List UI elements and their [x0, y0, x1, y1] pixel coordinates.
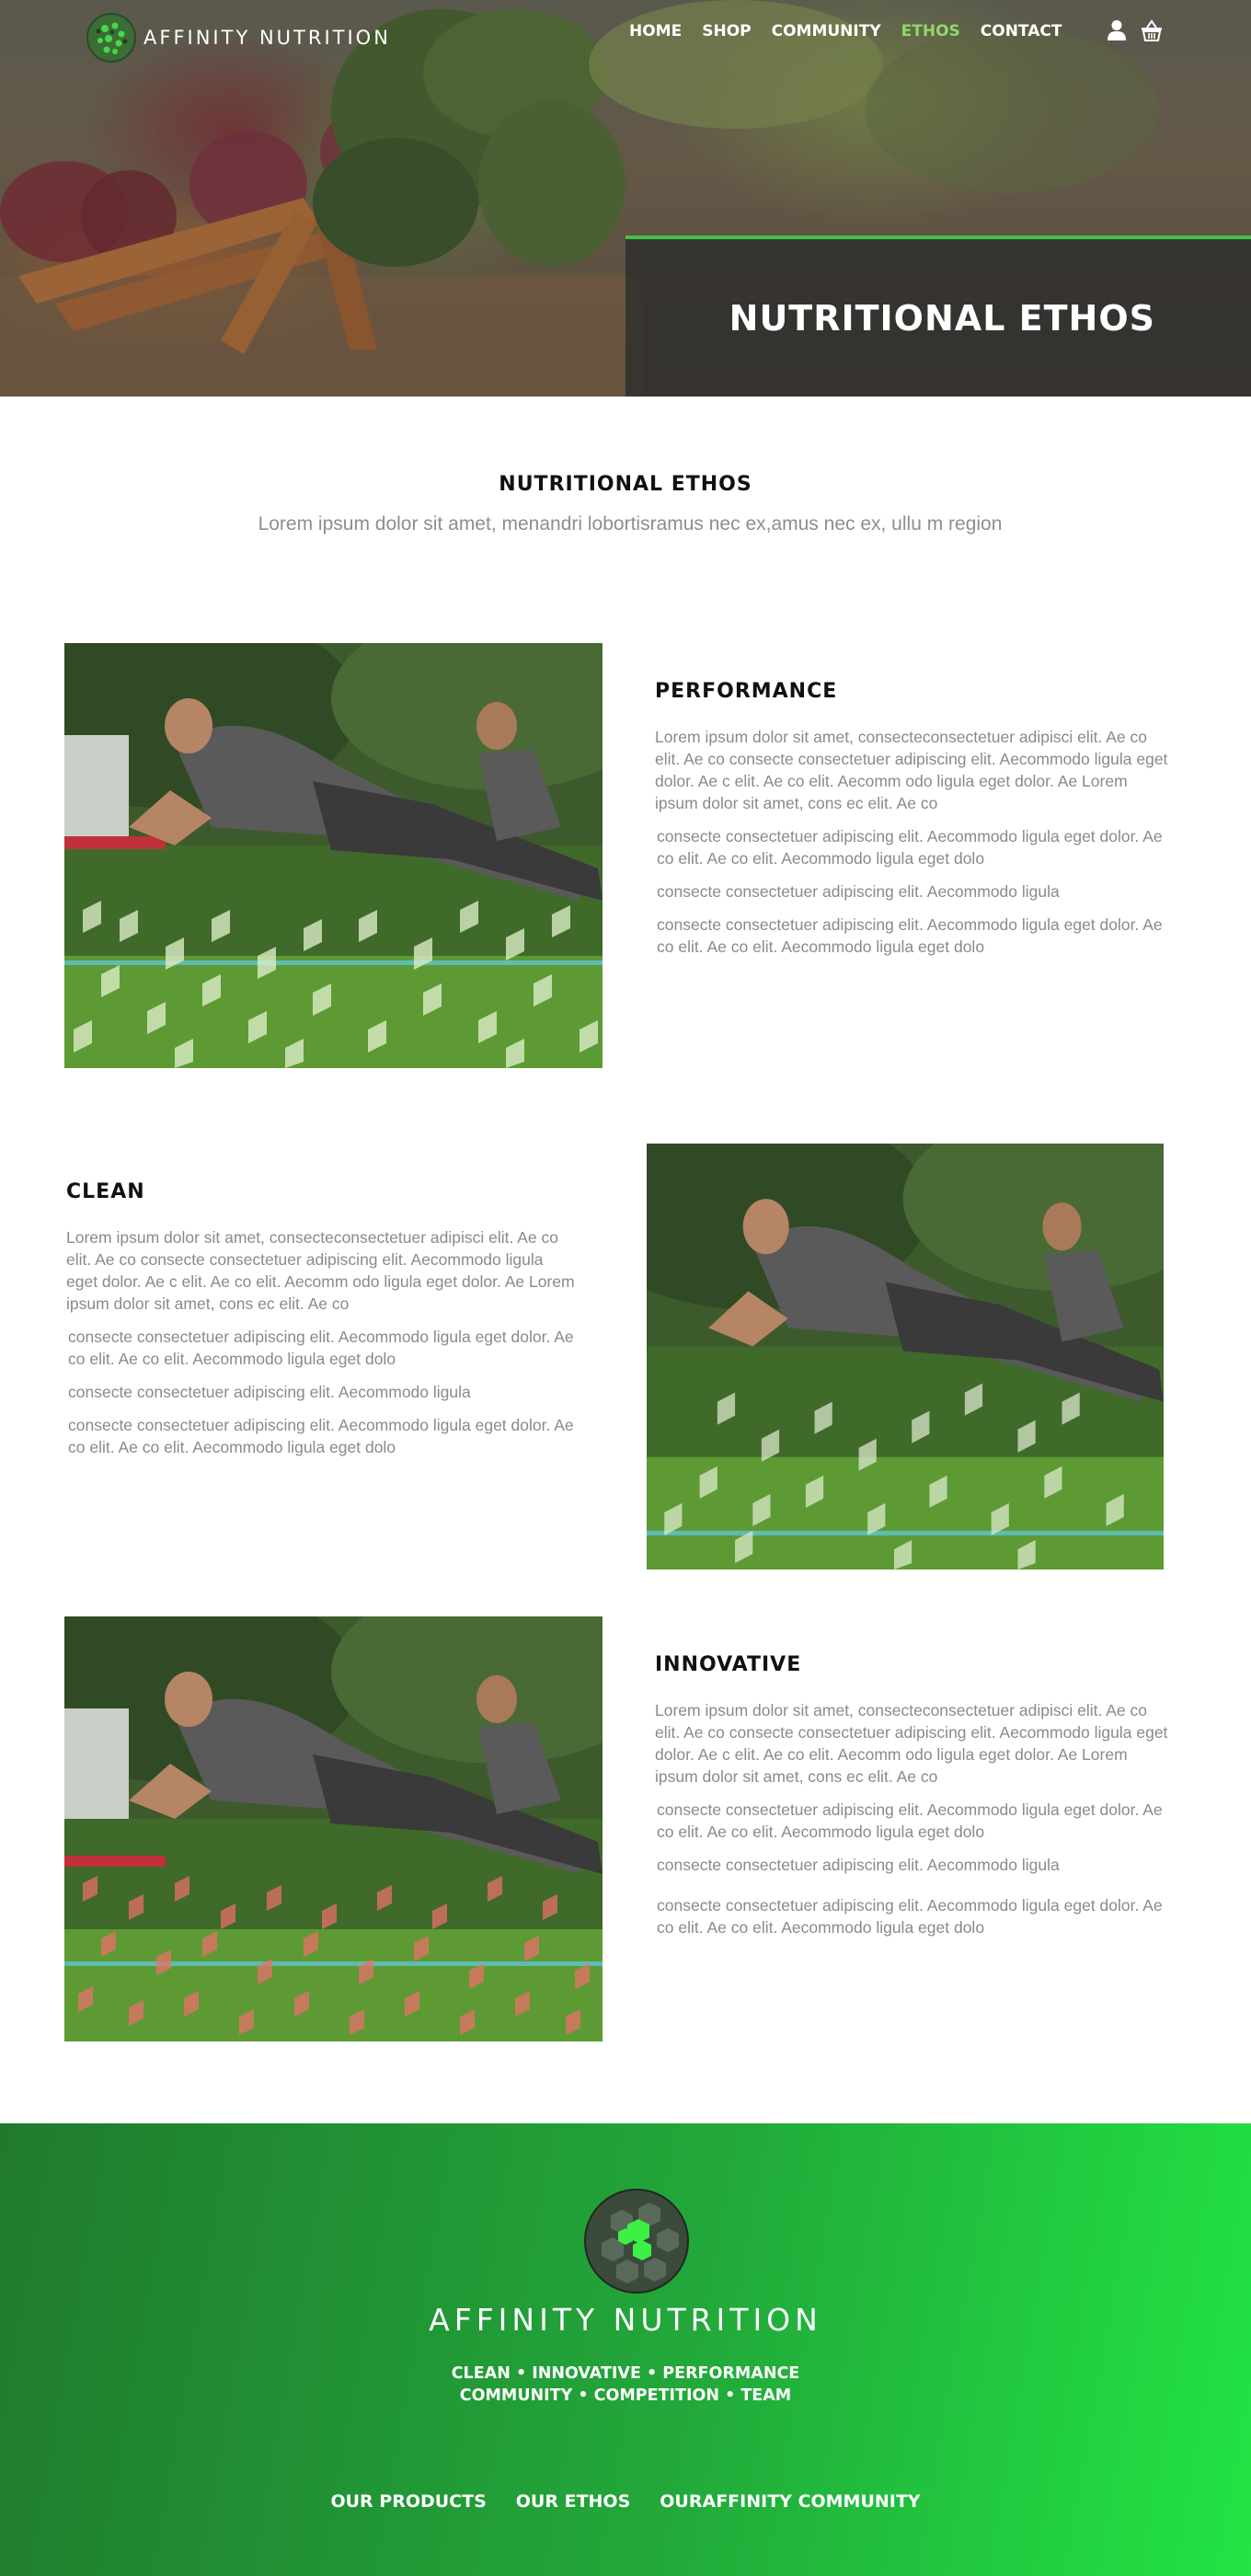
- innovative-title: INNOVATIVE: [655, 1653, 802, 1676]
- hero-title: NUTRITIONAL ETHOS: [729, 298, 1155, 339]
- clean-title: CLEAN: [66, 1180, 145, 1203]
- clean-paragraph: consecte consectetuer adipiscing elit. A…: [68, 1416, 574, 1456]
- innovative-paragraph: consecte consectetuer adipiscing elit. A…: [657, 1800, 1163, 1841]
- innovative-paragraph: consecte consectetuer adipiscing elit. A…: [657, 1856, 1060, 1874]
- performance-body: Lorem ipsum dolor sit amet, consectecons…: [655, 726, 1170, 969]
- sphere-logo-icon: [584, 2189, 689, 2294]
- footer-link-products[interactable]: OUR PRODUCTS: [330, 2491, 486, 2512]
- performance-paragraph: consecte consectetuer adipiscing elit. A…: [657, 915, 1163, 956]
- performance-title: PERFORMANCE: [655, 680, 838, 703]
- intro-title: NUTRITIONAL ETHOS: [499, 473, 752, 496]
- site-footer: AFFINITY NUTRITION CLEAN • INNOVATIVE • …: [0, 2123, 1251, 2576]
- innovative-paragraph: consecte consectetuer adipiscing elit. A…: [657, 1896, 1163, 1937]
- user-icon[interactable]: [1106, 18, 1128, 42]
- footer-brand-name: AFFINITY NUTRITION: [429, 2302, 822, 2338]
- innovative-body: Lorem ipsum dolor sit amet, consectecons…: [655, 1699, 1170, 1949]
- nav-item-contact[interactable]: CONTACT: [981, 22, 1062, 40]
- performance-paragraph: consecte consectetuer adipiscing elit. A…: [657, 827, 1163, 868]
- nav-utility-icons: [1106, 18, 1163, 42]
- nav-item-ethos[interactable]: ETHOS: [901, 22, 960, 40]
- nav-item-shop[interactable]: SHOP: [702, 22, 751, 40]
- performance-paragraph: consecte consectetuer adipiscing elit. A…: [657, 882, 1060, 901]
- hero-title-panel: NUTRITIONAL ETHOS: [626, 236, 1251, 397]
- workout-photo-image: [64, 643, 603, 1068]
- innovative-photo: [64, 1616, 603, 2041]
- main-nav: HOME SHOP COMMUNITY ETHOS CONTACT: [629, 22, 1062, 40]
- innovative-paragraph: Lorem ipsum dolor sit amet, consectecons…: [655, 1701, 1168, 1786]
- performance-photo: [64, 643, 603, 1068]
- nav-item-home[interactable]: HOME: [629, 22, 682, 40]
- nav-item-community[interactable]: COMMUNITY: [772, 22, 881, 40]
- hero-banner: AFFINITY NUTRITION HOME SHOP COMMUNITY E…: [0, 0, 1251, 397]
- clean-paragraph: consecte consectetuer adipiscing elit. A…: [68, 1383, 471, 1401]
- footer-tagline: COMMUNITY • COMPETITION • TEAM: [459, 2386, 792, 2405]
- workout-photo-image: [64, 1616, 603, 2041]
- intro-text: Lorem ipsum dolor sit amet, menandri lob…: [258, 513, 1003, 535]
- footer-nav: OUR PRODUCTS OUR ETHOS OURAFFINITY COMMU…: [0, 2491, 1251, 2512]
- workout-photo-image: [647, 1144, 1164, 1570]
- brand-logo[interactable]: AFFINITY NUTRITION: [86, 13, 391, 63]
- clean-paragraph: consecte consectetuer adipiscing elit. A…: [68, 1328, 574, 1368]
- footer-link-ethos[interactable]: OUR ETHOS: [516, 2491, 631, 2512]
- brand-name: AFFINITY NUTRITION: [143, 27, 391, 49]
- basket-icon[interactable]: [1141, 18, 1163, 42]
- footer-tagline: CLEAN • INNOVATIVE • PERFORMANCE: [451, 2364, 800, 2383]
- footer-link-community[interactable]: OURAFFINITY COMMUNITY: [660, 2491, 920, 2512]
- clean-body: Lorem ipsum dolor sit amet, consectecons…: [66, 1226, 577, 1469]
- sphere-logo-icon: [86, 13, 136, 63]
- clean-photo: [647, 1144, 1164, 1570]
- performance-paragraph: Lorem ipsum dolor sit amet, consectecons…: [655, 728, 1168, 812]
- clean-paragraph: Lorem ipsum dolor sit amet, consectecons…: [66, 1228, 575, 1313]
